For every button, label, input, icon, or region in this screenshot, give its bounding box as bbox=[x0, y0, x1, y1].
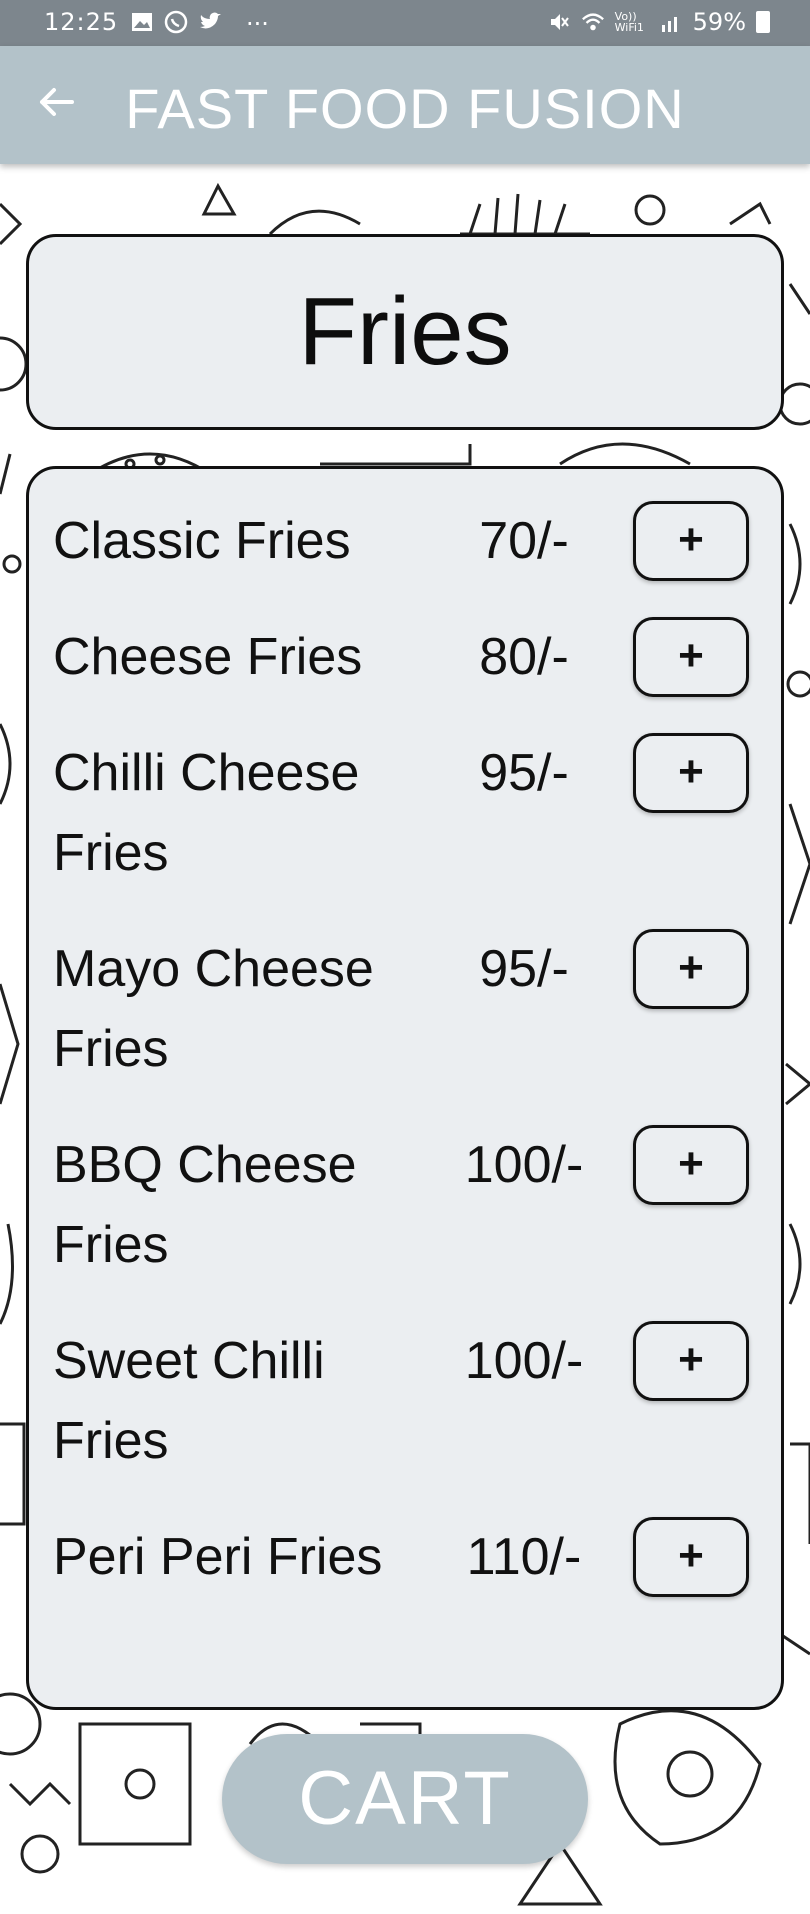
add-to-cart-button[interactable]: + bbox=[633, 617, 749, 697]
category-header-card: Fries bbox=[26, 234, 784, 430]
menu-item-name: Chilli Cheese Fries bbox=[53, 744, 360, 882]
menu-item-price: 100/- bbox=[464, 1332, 584, 1390]
mute-icon bbox=[547, 10, 571, 34]
menu-item-price: 70/- bbox=[479, 512, 569, 570]
signal-icon bbox=[659, 10, 683, 34]
menu-item-price: 95/- bbox=[479, 744, 569, 802]
add-to-cart-button[interactable]: + bbox=[633, 1517, 749, 1597]
menu-item-name: Peri Peri Fries bbox=[53, 1528, 383, 1586]
network-label: Vo)) WiFi1 bbox=[614, 10, 644, 34]
status-time: 12:25 bbox=[44, 8, 119, 36]
add-to-cart-button[interactable]: + bbox=[633, 501, 749, 581]
menu-item-name: Classic Fries bbox=[53, 512, 351, 570]
menu-item: Cheese Fries 80/- + bbox=[29, 607, 781, 707]
menu-item-name: Mayo Cheese Fries bbox=[53, 940, 374, 1078]
menu-item-name: BBQ Cheese Fries bbox=[53, 1136, 357, 1274]
battery-percent: 59% bbox=[692, 8, 746, 36]
menu-item: Peri Peri Fries 110/- + bbox=[29, 1507, 781, 1687]
add-to-cart-button[interactable]: + bbox=[633, 929, 749, 1009]
add-to-cart-button[interactable]: + bbox=[633, 733, 749, 813]
status-bar: 12:25 ··· Vo)) WiFi1 59% bbox=[0, 0, 810, 46]
menu-item: Classic Fries 70/- + bbox=[29, 491, 781, 591]
more-notifications-dots: ··· bbox=[246, 10, 269, 38]
menu-item-price: 80/- bbox=[479, 628, 569, 686]
menu-item-price: 100/- bbox=[464, 1136, 584, 1194]
wifi-icon bbox=[581, 10, 605, 34]
notification-icons: ··· bbox=[130, 10, 269, 38]
battery-icon bbox=[756, 11, 770, 33]
menu-item: Sweet Chilli Fries 100/- + bbox=[29, 1311, 781, 1491]
menu-item: BBQ Cheese Fries 100/- + bbox=[29, 1115, 781, 1295]
add-to-cart-button[interactable]: + bbox=[633, 1321, 749, 1401]
twitter-icon bbox=[198, 10, 222, 34]
app-bar: FAST FOOD FUSION bbox=[0, 46, 810, 164]
menu-item-price: 110/- bbox=[466, 1528, 582, 1586]
app-title: FAST FOOD FUSION bbox=[125, 77, 685, 140]
menu-item: Chilli Cheese Fries 95/- + bbox=[29, 723, 781, 903]
category-title: Fries bbox=[298, 278, 512, 385]
menu-item: Mayo Cheese Fries 95/- + bbox=[29, 919, 781, 1099]
menu-card: Classic Fries 70/- + Cheese Fries 80/- +… bbox=[26, 466, 784, 1710]
whatsapp-icon bbox=[164, 10, 188, 34]
add-to-cart-button[interactable]: + bbox=[633, 1125, 749, 1205]
menu-item-name: Cheese Fries bbox=[53, 628, 363, 686]
cart-button[interactable]: CART bbox=[222, 1734, 588, 1864]
system-icons: Vo)) WiFi1 59% bbox=[547, 8, 770, 36]
menu-item-price: 95/- bbox=[479, 940, 569, 998]
menu-item-name: Sweet Chilli Fries bbox=[53, 1332, 325, 1470]
image-icon bbox=[130, 10, 154, 34]
